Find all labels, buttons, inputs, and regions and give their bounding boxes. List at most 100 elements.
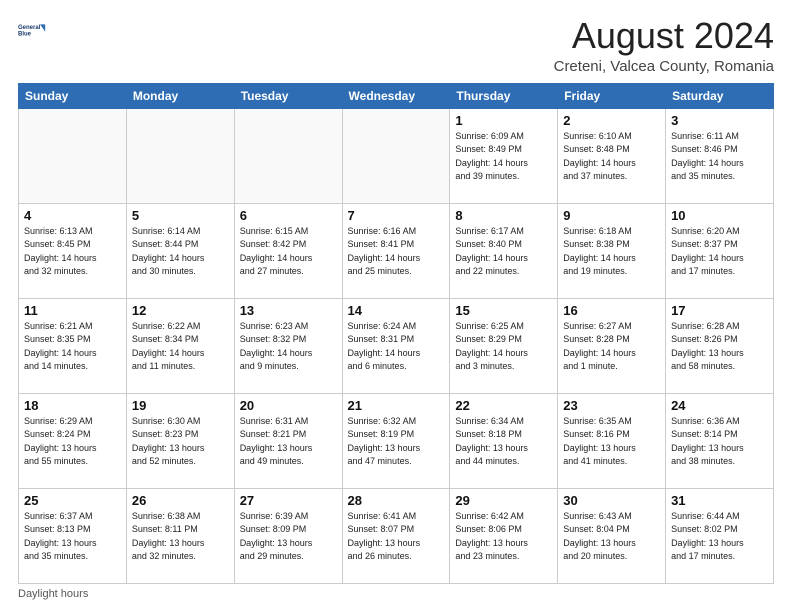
day-number: 16 [563,303,660,318]
subtitle: Creteni, Valcea County, Romania [554,58,774,75]
page: GeneralBlue August 2024 Creteni, Valcea … [0,0,792,612]
day-number: 23 [563,398,660,413]
calendar-cell: 17 Sunrise: 6:28 AM Sunset: 8:26 PM Dayli… [666,298,774,393]
calendar-cell: 4 Sunrise: 6:13 AM Sunset: 8:45 PM Daylig… [19,203,127,298]
calendar-cell: 27Sunrise: 6:39 AM Sunset: 8:09 PM Dayli… [234,488,342,583]
day-number: 19 [132,398,229,413]
day-number: 3 [671,113,768,128]
calendar-cell: 6Sunrise: 6:15 AM Sunset: 8:42 PM Daylig… [234,203,342,298]
day-number: 7 [348,208,445,223]
day-info: Sunrise: 6:17 AM Sunset: 8:40 PM Dayligh… [455,225,552,279]
weekday-header-sunday: Sunday [19,83,127,108]
day-info: Sunrise: 6:41 AM Sunset: 8:07 PM Dayligh… [348,510,445,564]
calendar-cell [234,108,342,203]
day-info: Sunrise: 6:32 AM Sunset: 8:19 PM Dayligh… [348,415,445,469]
day-number: 9 [563,208,660,223]
calendar-cell: 24 Sunrise: 6:36 AM Sunset: 8:14 PM Dayli… [666,393,774,488]
title-block: August 2024 Creteni, Valcea County, Roma… [554,16,774,75]
day-info: Sunrise: 6:44 AM Sunset: 8:02 PM Dayligh… [671,510,768,564]
day-number: 2 [563,113,660,128]
day-number: 26 [132,493,229,508]
day-info: Sunrise: 6:20 AM Sunset: 8:37 PM Dayligh… [671,225,768,279]
day-info: Sunrise: 6:30 AM Sunset: 8:23 PM Dayligh… [132,415,229,469]
calendar-cell: 13Sunrise: 6:23 AM Sunset: 8:32 PM Dayli… [234,298,342,393]
calendar-cell: 5 Sunrise: 6:14 AM Sunset: 8:44 PM Daylig… [126,203,234,298]
calendar-week-5: 25Sunrise: 6:37 AM Sunset: 8:13 PM Dayli… [19,488,774,583]
day-number: 22 [455,398,552,413]
svg-text:General: General [18,25,41,31]
day-info: Sunrise: 6:10 AM Sunset: 8:48 PM Dayligh… [563,130,660,184]
day-info: Sunrise: 6:43 AM Sunset: 8:04 PM Dayligh… [563,510,660,564]
day-number: 29 [455,493,552,508]
day-info: Sunrise: 6:29 AM Sunset: 8:24 PM Dayligh… [24,415,121,469]
day-info: Sunrise: 6:31 AM Sunset: 8:21 PM Dayligh… [240,415,337,469]
day-info: Sunrise: 6:27 AM Sunset: 8:28 PM Dayligh… [563,320,660,374]
calendar-cell: 23 Sunrise: 6:35 AM Sunset: 8:16 PM Dayli… [558,393,666,488]
day-info: Sunrise: 6:28 AM Sunset: 8:26 PM Dayligh… [671,320,768,374]
calendar-cell: 25Sunrise: 6:37 AM Sunset: 8:13 PM Dayli… [19,488,127,583]
day-number: 17 [671,303,768,318]
calendar-week-4: 18 Sunrise: 6:29 AM Sunset: 8:24 PM Dayli… [19,393,774,488]
day-info: Sunrise: 6:18 AM Sunset: 8:38 PM Dayligh… [563,225,660,279]
calendar-cell: 15Sunrise: 6:25 AM Sunset: 8:29 PM Dayli… [450,298,558,393]
calendar-cell: 14Sunrise: 6:24 AM Sunset: 8:31 PM Dayli… [342,298,450,393]
svg-text:Blue: Blue [18,32,32,38]
day-info: Sunrise: 6:22 AM Sunset: 8:34 PM Dayligh… [132,320,229,374]
day-info: Sunrise: 6:36 AM Sunset: 8:14 PM Dayligh… [671,415,768,469]
day-info: Sunrise: 6:25 AM Sunset: 8:29 PM Dayligh… [455,320,552,374]
day-number: 8 [455,208,552,223]
calendar-cell: 30 Sunrise: 6:43 AM Sunset: 8:04 PM Dayli… [558,488,666,583]
day-info: Sunrise: 6:34 AM Sunset: 8:18 PM Dayligh… [455,415,552,469]
calendar-cell: 16 Sunrise: 6:27 AM Sunset: 8:28 PM Dayli… [558,298,666,393]
calendar-cell: 3 Sunrise: 6:11 AM Sunset: 8:46 PM Daylig… [666,108,774,203]
day-number: 28 [348,493,445,508]
day-number: 5 [132,208,229,223]
day-number: 12 [132,303,229,318]
day-number: 24 [671,398,768,413]
footer-note: Daylight hours [18,588,774,600]
calendar-cell: 10 Sunrise: 6:20 AM Sunset: 8:37 PM Dayli… [666,203,774,298]
calendar-cell: 2 Sunrise: 6:10 AM Sunset: 8:48 PM Daylig… [558,108,666,203]
day-info: Sunrise: 6:09 AM Sunset: 8:49 PM Dayligh… [455,130,552,184]
calendar-cell: 11 Sunrise: 6:21 AM Sunset: 8:35 PM Dayli… [19,298,127,393]
calendar-cell [19,108,127,203]
calendar-cell: 8 Sunrise: 6:17 AM Sunset: 8:40 PM Daylig… [450,203,558,298]
weekday-header-thursday: Thursday [450,83,558,108]
header: GeneralBlue August 2024 Creteni, Valcea … [18,16,774,75]
day-info: Sunrise: 6:11 AM Sunset: 8:46 PM Dayligh… [671,130,768,184]
calendar-cell: 12 Sunrise: 6:22 AM Sunset: 8:34 PM Dayli… [126,298,234,393]
calendar-table: SundayMondayTuesdayWednesdayThursdayFrid… [18,83,774,584]
weekday-header-monday: Monday [126,83,234,108]
day-number: 4 [24,208,121,223]
logo-icon: GeneralBlue [18,16,46,44]
day-number: 14 [348,303,445,318]
logo: GeneralBlue [18,16,46,44]
day-number: 10 [671,208,768,223]
calendar-cell: 31Sunrise: 6:44 AM Sunset: 8:02 PM Dayli… [666,488,774,583]
calendar-cell: 26 Sunrise: 6:38 AM Sunset: 8:11 PM Dayli… [126,488,234,583]
day-number: 21 [348,398,445,413]
day-info: Sunrise: 6:21 AM Sunset: 8:35 PM Dayligh… [24,320,121,374]
day-number: 18 [24,398,121,413]
calendar-cell: 9 Sunrise: 6:18 AM Sunset: 8:38 PM Daylig… [558,203,666,298]
calendar-cell: 7Sunrise: 6:16 AM Sunset: 8:41 PM Daylig… [342,203,450,298]
day-info: Sunrise: 6:35 AM Sunset: 8:16 PM Dayligh… [563,415,660,469]
day-info: Sunrise: 6:13 AM Sunset: 8:45 PM Dayligh… [24,225,121,279]
day-number: 25 [24,493,121,508]
day-number: 6 [240,208,337,223]
calendar-cell: 1 Sunrise: 6:09 AM Sunset: 8:49 PM Daylig… [450,108,558,203]
weekday-header-tuesday: Tuesday [234,83,342,108]
calendar-week-1: 1 Sunrise: 6:09 AM Sunset: 8:49 PM Daylig… [19,108,774,203]
calendar-cell: 20Sunrise: 6:31 AM Sunset: 8:21 PM Dayli… [234,393,342,488]
weekday-header-saturday: Saturday [666,83,774,108]
day-number: 1 [455,113,552,128]
calendar-cell: 21 Sunrise: 6:32 AM Sunset: 8:19 PM Dayli… [342,393,450,488]
day-number: 30 [563,493,660,508]
day-info: Sunrise: 6:14 AM Sunset: 8:44 PM Dayligh… [132,225,229,279]
weekday-header-wednesday: Wednesday [342,83,450,108]
day-info: Sunrise: 6:38 AM Sunset: 8:11 PM Dayligh… [132,510,229,564]
day-number: 11 [24,303,121,318]
calendar-week-2: 4 Sunrise: 6:13 AM Sunset: 8:45 PM Daylig… [19,203,774,298]
calendar-cell: 22 Sunrise: 6:34 AM Sunset: 8:18 PM Dayli… [450,393,558,488]
weekday-header-friday: Friday [558,83,666,108]
